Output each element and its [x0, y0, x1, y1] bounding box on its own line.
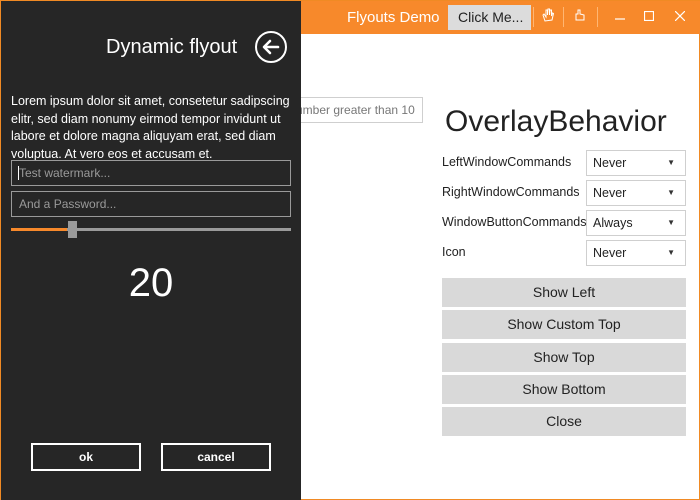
hand-wave-icon[interactable]	[537, 7, 559, 27]
ok-button[interactable]: ok	[31, 443, 141, 471]
chevron-down-icon: ▼	[667, 248, 675, 257]
select-value: Never	[593, 186, 627, 200]
titlebar-separator	[533, 7, 534, 27]
show-custom-top-button[interactable]: Show Custom Top	[442, 310, 686, 339]
watermark-placeholder: Test watermark...	[19, 166, 111, 180]
maximize-icon[interactable]	[635, 6, 663, 28]
show-left-button[interactable]: Show Left	[442, 278, 686, 307]
close-icon[interactable]	[666, 6, 694, 28]
minimize-icon[interactable]	[606, 6, 634, 28]
number-input[interactable]: umber greater than 10	[291, 97, 423, 123]
slider-value: 20	[128, 261, 174, 305]
slider-fill	[11, 228, 67, 231]
app-window: Flyouts Demo Click Me... umber greater t…	[0, 0, 700, 500]
overlay-behavior-heading: OverlayBehavior	[445, 105, 667, 138]
flyout-description: Lorem ipsum dolor sit amet, consetetur s…	[11, 94, 290, 161]
titlebar-separator	[563, 7, 564, 27]
value-slider[interactable]	[11, 221, 291, 238]
show-top-button[interactable]: Show Top	[442, 343, 686, 372]
option-label-right-window-commands: RightWindowCommands	[442, 185, 580, 199]
icon-select[interactable]: Never ▼	[586, 240, 686, 266]
left-window-commands-select[interactable]: Never ▼	[586, 150, 686, 176]
option-label-left-window-commands: LeftWindowCommands	[442, 155, 572, 169]
dynamic-flyout: Dynamic flyout Lorem ipsum dolor sit ame…	[1, 1, 301, 500]
chevron-down-icon: ▼	[667, 218, 675, 227]
close-button[interactable]: Close	[442, 407, 686, 436]
password-input[interactable]: And a Password...	[11, 191, 291, 217]
select-value: Never	[593, 156, 627, 170]
hand-icon[interactable]	[569, 7, 591, 27]
slider-thumb[interactable]	[68, 221, 77, 238]
chevron-down-icon: ▼	[667, 188, 675, 197]
cancel-button[interactable]: cancel	[161, 443, 271, 471]
text-caret	[18, 166, 19, 180]
right-window-commands-select[interactable]: Never ▼	[586, 180, 686, 206]
click-me-button[interactable]: Click Me...	[448, 5, 531, 30]
option-label-icon: Icon	[442, 245, 466, 259]
window-title: Flyouts Demo	[347, 9, 440, 26]
watermark-input[interactable]: Test watermark...	[11, 160, 291, 186]
flyout-title: Dynamic flyout	[106, 36, 238, 58]
window-button-commands-select[interactable]: Always ▼	[586, 210, 686, 236]
select-value: Always	[593, 216, 633, 230]
arrow-left-circle-icon[interactable]	[255, 31, 287, 63]
chevron-down-icon: ▼	[667, 158, 675, 167]
password-placeholder: And a Password...	[19, 197, 117, 211]
option-label-window-button-commands: WindowButtonCommands	[442, 215, 587, 229]
show-bottom-button[interactable]: Show Bottom	[442, 375, 686, 404]
titlebar-separator	[597, 7, 598, 27]
select-value: Never	[593, 246, 627, 260]
